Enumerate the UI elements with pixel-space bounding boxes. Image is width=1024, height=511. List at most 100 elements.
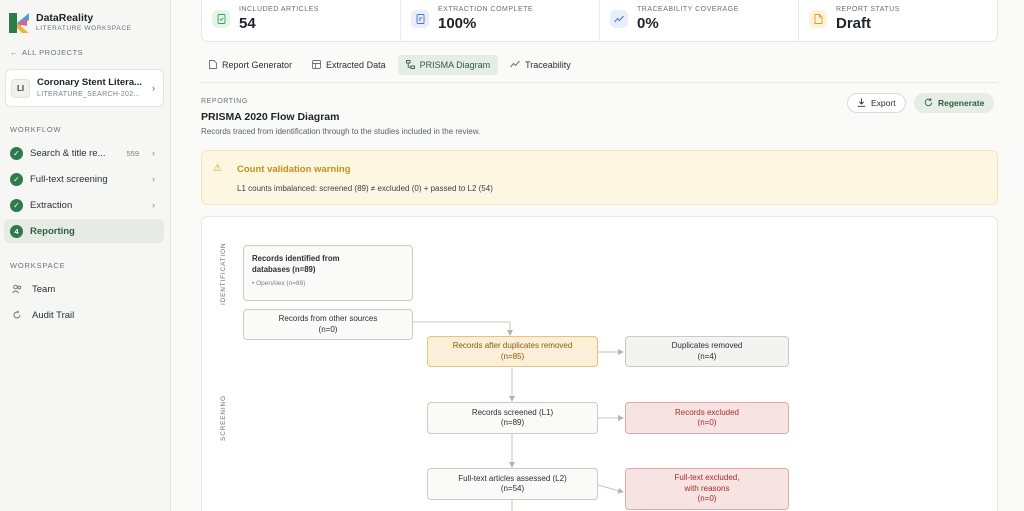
box-line: with reasons — [684, 483, 730, 493]
phase-label-screening: SCREENING — [220, 395, 227, 441]
sidebar-item-count: 559 — [126, 148, 139, 158]
sidebar: DataReality LITERATURE WORKSPACE ← ALL P… — [0, 0, 171, 511]
brand-name: DataReality — [36, 12, 94, 24]
step-number-badge: 4 — [10, 224, 23, 238]
workspace-section-label: WORKSPACE — [10, 261, 66, 270]
page-subtitle: Records traced from identification throu… — [201, 127, 481, 136]
box-count: (n=4) — [697, 351, 717, 361]
tab-report-generator[interactable]: Report Generator — [201, 55, 300, 75]
page-title: PRISMA 2020 Flow Diagram — [201, 111, 340, 123]
box-count: (n=89) — [500, 418, 525, 427]
brand-subtitle: LITERATURE WORKSPACE — [36, 25, 132, 32]
phase-label-identification: IDENTIFICATION — [220, 242, 227, 305]
box-line: Full-text excluded, — [674, 473, 740, 483]
export-label: Export — [871, 98, 896, 108]
box-after-duplicates: Records after duplicates removed (n=85) — [427, 336, 598, 367]
sidebar-item-reporting[interactable]: 4 Reporting — [4, 219, 164, 243]
stat-traceability-coverage: TRACEABILITY COVERAGE 0% — [600, 0, 799, 41]
all-projects-link[interactable]: ← ALL PROJECTS — [10, 48, 83, 57]
extraction-icon — [411, 10, 429, 28]
box-line: Records excluded — [674, 407, 740, 417]
box-line: Duplicates removed — [671, 341, 743, 350]
main-content: INCLUDED ARTICLES 54 EXTRACTION COMPLETE… — [171, 0, 1024, 511]
sidebar-item-team[interactable]: Team — [4, 277, 164, 301]
check-icon: ✓ — [10, 198, 23, 212]
box-other-sources: Records from other sources (n=0) — [243, 309, 413, 340]
sidebar-item-extraction[interactable]: ✓ Extraction › — [4, 193, 164, 217]
project-selector[interactable]: LI Coronary Stent Litera... LITERATURE_S… — [5, 69, 164, 107]
tab-label: Traceability — [525, 60, 571, 70]
box-source-item: • OpenAlex (n=89) — [252, 280, 306, 287]
stat-label: REPORT STATUS — [836, 6, 900, 13]
regenerate-label: Regenerate — [938, 98, 985, 108]
stat-included-articles: INCLUDED ARTICLES 54 — [202, 0, 401, 41]
chevron-right-icon: › — [152, 83, 155, 93]
trend-icon — [510, 60, 520, 70]
stat-label: EXTRACTION COMPLETE — [438, 6, 534, 13]
prisma-diagram: IDENTIFICATION SCREENING Records identif… — [201, 216, 998, 511]
sidebar-item-label: Reporting — [30, 225, 75, 237]
sidebar-item-search-title-review[interactable]: ✓ Search & title re... 559 › — [4, 141, 164, 165]
box-count: (n=85) — [500, 351, 525, 361]
stat-value: 0% — [637, 15, 659, 32]
box-fulltext-assessed: Full-text articles assessed (L2) (n=54) — [427, 468, 598, 500]
box-records-identified: Records identified from databases (n=89)… — [243, 245, 413, 301]
project-avatar: LI — [11, 79, 30, 98]
tab-extracted-data[interactable]: Extracted Data — [304, 55, 394, 75]
sidebar-item-full-text-screening[interactable]: ✓ Full-text screening › — [4, 167, 164, 191]
audit-trail-icon — [10, 310, 23, 320]
brand[interactable]: DataReality LITERATURE WORKSPACE — [9, 12, 132, 34]
tab-prisma-diagram[interactable]: PRISMA Diagram — [397, 55, 499, 75]
box-line: Full-text articles assessed (L2) — [458, 473, 567, 483]
arrow-left-icon: ← — [10, 48, 18, 57]
sidebar-item-label: Search & title re... — [30, 147, 106, 159]
workflow-section-label: WORKFLOW — [10, 125, 62, 134]
section-eyebrow: REPORTING — [201, 98, 248, 105]
warning-title: Count validation warning — [237, 164, 351, 175]
sidebar-item-label: Audit Trail — [32, 309, 75, 321]
check-icon: ✓ — [10, 146, 23, 160]
tab-label: PRISMA Diagram — [419, 60, 491, 70]
sidebar-item-label: Full-text screening — [30, 173, 108, 185]
team-icon — [10, 284, 23, 294]
stat-label: TRACEABILITY COVERAGE — [637, 6, 739, 13]
box-title: Records identified from databases (n=89) — [252, 254, 340, 274]
stat-extraction-complete: EXTRACTION COMPLETE 100% — [401, 0, 600, 41]
check-icon: ✓ — [10, 172, 23, 186]
box-count: (n=0) — [697, 418, 717, 427]
box-duplicates-removed: Duplicates removed (n=4) — [625, 336, 789, 367]
export-button[interactable]: Export — [847, 93, 906, 113]
box-line: Records after duplicates removed — [452, 341, 573, 350]
box-fulltext-excluded: Full-text excluded, with reasons (n=0) — [625, 468, 789, 510]
sidebar-item-audit-trail[interactable]: Audit Trail — [4, 303, 164, 327]
flow-diagram-icon — [405, 59, 415, 71]
document-icon — [209, 59, 217, 71]
connector-other-to-merge — [413, 321, 513, 336]
box-records-screened: Records screened (L1) (n=89) — [427, 402, 598, 434]
connector-fulltext-to-fulltext-excluded — [597, 484, 624, 494]
project-id: LITERATURE_SEARCH-202... — [37, 91, 141, 98]
project-name: Coronary Stent Litera... — [37, 77, 143, 88]
chevron-right-icon: › — [152, 148, 155, 158]
warning-icon: ⚠ — [213, 163, 222, 174]
datareality-logo — [9, 13, 29, 33]
regenerate-button[interactable]: Regenerate — [914, 93, 995, 113]
refresh-icon — [924, 97, 933, 109]
tab-label: Report Generator — [222, 60, 293, 70]
all-projects-label: ALL PROJECTS — [22, 48, 84, 57]
stats-bar: INCLUDED ARTICLES 54 EXTRACTION COMPLETE… — [201, 0, 998, 42]
sidebar-item-label: Extraction — [30, 199, 73, 211]
tab-label: Extracted Data — [326, 60, 386, 70]
download-icon — [857, 98, 866, 109]
box-records-excluded: Records excluded (n=0) — [625, 402, 789, 434]
box-count: (n=0) — [318, 324, 338, 334]
validation-warning: ⚠ Count validation warning L1 counts imb… — [201, 150, 998, 205]
tab-traceability[interactable]: Traceability — [502, 55, 579, 75]
stat-value: Draft — [836, 15, 872, 32]
box-line: Records from other sources — [278, 314, 378, 323]
box-line: Records screened (L1) — [471, 407, 554, 417]
stat-value: 100% — [438, 15, 477, 32]
report-icon — [809, 10, 827, 28]
box-count: (n=0) — [697, 494, 717, 504]
stat-label: INCLUDED ARTICLES — [239, 6, 319, 13]
